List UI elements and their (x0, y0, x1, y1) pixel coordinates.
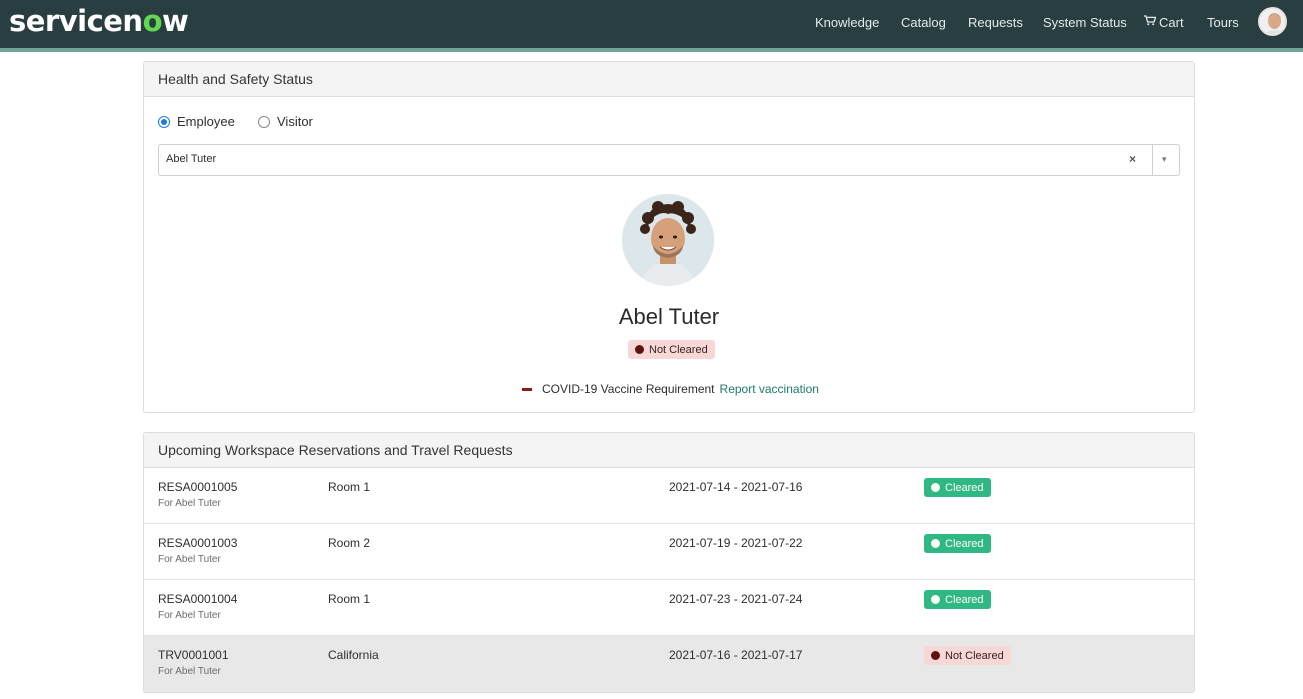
logo-text-o: o (142, 4, 163, 38)
profile-photo (622, 194, 714, 286)
radio-visitor-label: Visitor (277, 114, 313, 129)
reservation-location: California (328, 648, 379, 662)
reservation-for: For Abel Tuter (158, 498, 221, 509)
reservation-dates: 2021-07-23 - 2021-07-24 (669, 592, 803, 606)
status-dot-icon (931, 539, 940, 548)
status-badge-label: Cleared (945, 537, 984, 550)
reservation-number: RESA0001005 (158, 480, 238, 494)
shopping-cart-icon (1144, 15, 1157, 29)
reservation-dates: 2021-07-14 - 2021-07-16 (669, 480, 803, 494)
top-navigation-bar: servicenow Knowledge Catalog Requests Sy… (0, 0, 1303, 48)
radio-employee[interactable]: Employee (158, 114, 235, 129)
status-badge-label: Not Cleared (649, 343, 708, 356)
health-safety-panel: Health and Safety Status Employee Visito… (143, 61, 1195, 413)
reservation-number: TRV0001001 (158, 648, 229, 662)
nav-tours[interactable]: Tours (1207, 0, 1239, 44)
nav-requests[interactable]: Requests (968, 0, 1023, 44)
status-badge-label: Cleared (945, 481, 984, 494)
status-badge: Cleared (924, 534, 991, 553)
radio-employee-label: Employee (177, 114, 235, 129)
reservations-title: Upcoming Workspace Reservations and Trav… (144, 433, 1194, 468)
nav-cart[interactable]: Cart (1144, 0, 1184, 44)
header-accent-strip (0, 48, 1303, 52)
health-safety-title: Health and Safety Status (144, 62, 1194, 97)
status-dot-icon (931, 483, 940, 492)
status-dot-icon (635, 345, 644, 354)
report-vaccination-link[interactable]: Report vaccination (720, 382, 819, 396)
reservation-number: RESA0001003 (158, 536, 238, 550)
status-badge-label: Not Cleared (945, 649, 1004, 662)
reservation-for: For Abel Tuter (158, 610, 221, 621)
logo-text-suffix: w (162, 4, 189, 38)
radio-employee-indicator[interactable] (158, 115, 170, 128)
person-select-field[interactable]: Abel Tuter × ▾ (158, 144, 1180, 176)
radio-visitor-indicator[interactable] (258, 115, 270, 128)
clear-icon[interactable]: × (1129, 152, 1136, 166)
reservation-location: Room 1 (328, 480, 371, 494)
reservation-for: For Abel Tuter (158, 554, 221, 565)
requirement-label: COVID-19 Vaccine Requirement (542, 382, 715, 396)
nav-cart-label: Cart (1159, 14, 1184, 30)
chevron-down-icon[interactable]: ▾ (1162, 154, 1167, 165)
status-badge: Not Cleared (924, 646, 1011, 665)
reservation-location: Room 1 (328, 592, 371, 606)
nav-system-status[interactable]: System Status (1043, 0, 1127, 44)
table-row[interactable]: RESA0001004 For Abel Tuter Room 1 2021-0… (144, 580, 1194, 636)
reservation-for: For Abel Tuter (158, 666, 221, 677)
status-badge: Not Cleared (628, 340, 715, 359)
reservation-number: RESA0001004 (158, 592, 238, 606)
status-dot-icon (931, 595, 940, 604)
radio-visitor[interactable]: Visitor (258, 114, 313, 129)
vaccine-requirement-row: COVID-19 Vaccine Requirement Report vacc… (522, 382, 819, 396)
servicenow-logo[interactable]: servicenow (9, 4, 189, 38)
reservation-dates: 2021-07-19 - 2021-07-22 (669, 536, 803, 550)
table-row[interactable]: RESA0001005 For Abel Tuter Room 1 2021-0… (144, 468, 1194, 524)
table-row[interactable]: RESA0001003 For Abel Tuter Room 2 2021-0… (144, 524, 1194, 580)
status-badge: Cleared (924, 478, 991, 497)
nav-catalog[interactable]: Catalog (901, 0, 946, 44)
logo-text-prefix: servicen (9, 4, 143, 38)
nav-knowledge[interactable]: Knowledge (815, 0, 879, 44)
status-dot-icon (931, 651, 940, 660)
table-row[interactable]: TRV0001001 For Abel Tuter California 202… (144, 636, 1194, 692)
person-select-value: Abel Tuter (166, 153, 217, 165)
reservation-location: Room 2 (328, 536, 371, 550)
profile-name: Abel Tuter (618, 304, 720, 329)
user-avatar[interactable] (1258, 7, 1287, 36)
requirement-incomplete-icon (522, 387, 532, 391)
reservation-dates: 2021-07-16 - 2021-07-17 (669, 648, 803, 662)
status-badge: Cleared (924, 590, 991, 609)
reservations-panel: Upcoming Workspace Reservations and Trav… (143, 432, 1195, 693)
status-badge-label: Cleared (945, 593, 984, 606)
select-divider (1152, 145, 1153, 175)
